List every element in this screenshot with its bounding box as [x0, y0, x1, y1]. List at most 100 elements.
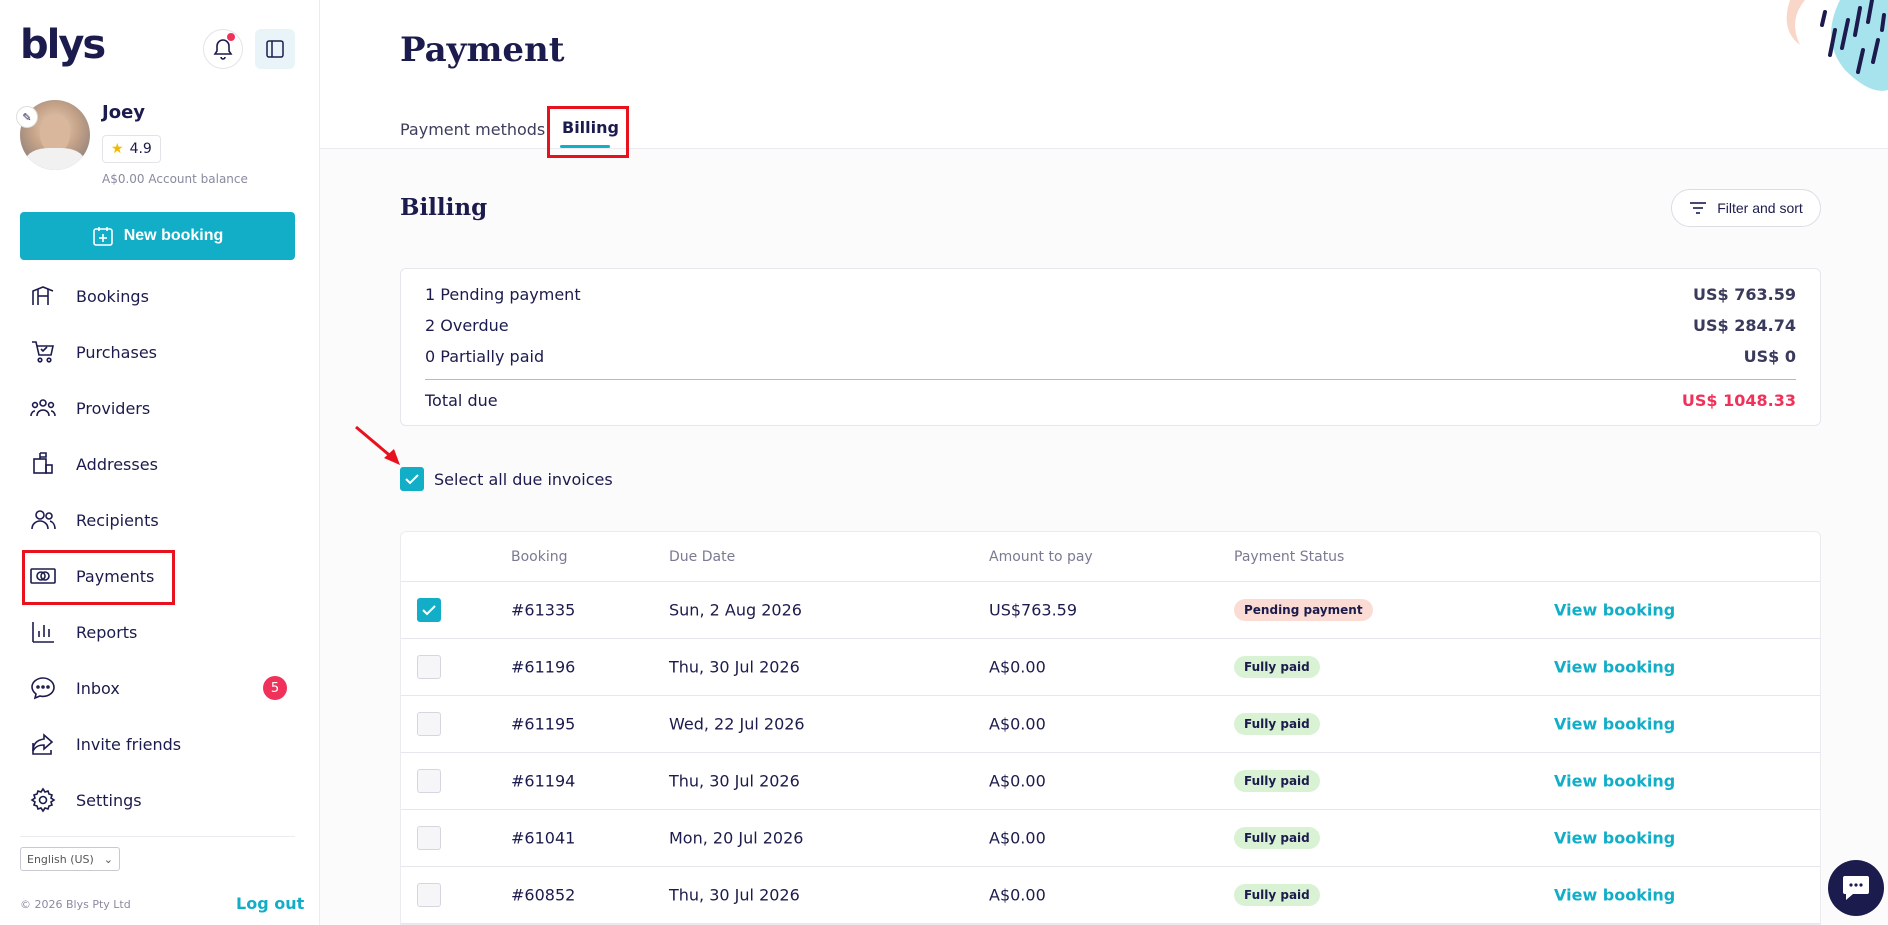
select-all-checkbox[interactable] — [400, 467, 424, 491]
main-content: Payment Payment methods Billing Billing … — [320, 0, 1888, 925]
tab-billing[interactable]: Billing — [562, 118, 619, 137]
decorative-pattern-icon — [1786, 0, 1888, 91]
table-row: #60852 Thu, 30 Jul 2026 A$0.00 Fully pai… — [401, 867, 1820, 924]
booking-id: #61194 — [511, 771, 576, 791]
status-badge: Fully paid — [1234, 656, 1320, 678]
sidebar-item-inbox[interactable]: Inbox 5 — [20, 660, 295, 716]
section-title: Billing — [400, 194, 488, 221]
tab-payment-methods[interactable]: Payment methods — [400, 120, 545, 139]
share-icon — [32, 733, 54, 755]
sidebar-item-payments[interactable]: Payments — [20, 548, 295, 604]
status-badge: Fully paid — [1234, 713, 1320, 735]
amount-to-pay: A$0.00 — [989, 657, 1046, 677]
amount-to-pay: A$0.00 — [989, 714, 1046, 734]
row-checkbox[interactable] — [417, 598, 441, 622]
amount-to-pay: A$0.00 — [989, 885, 1046, 905]
table-header: Booking Due Date Amount to pay Payment S… — [401, 532, 1820, 582]
total-value: US$ 1048.33 — [1681, 391, 1796, 410]
sidebar-item-addresses[interactable]: Addresses — [20, 436, 295, 492]
status-badge: Fully paid — [1234, 884, 1320, 906]
reports-icon — [32, 622, 54, 643]
summary-row: 2 Overdue US$ 284.74 — [425, 316, 1796, 335]
recipients-icon — [31, 510, 56, 530]
sidebar-item-purchases[interactable]: Purchases — [20, 324, 295, 380]
row-checkbox[interactable] — [417, 826, 441, 850]
copyright-text: © 2026 Blys Pty Ltd — [20, 898, 131, 911]
chevron-down-icon: ⌄ — [103, 852, 113, 866]
edit-avatar-button[interactable]: ✎ — [16, 106, 38, 128]
sidebar-item-invite-friends[interactable]: Invite friends — [20, 716, 295, 772]
due-date: Mon, 20 Jul 2026 — [669, 828, 804, 848]
inbox-icon — [31, 677, 55, 700]
chat-button[interactable] — [1828, 860, 1884, 916]
due-date: Sun, 2 Aug 2026 — [669, 600, 802, 620]
row-checkbox[interactable] — [417, 655, 441, 679]
status-badge: Pending payment — [1234, 599, 1373, 621]
view-booking-link[interactable]: View booking — [1554, 829, 1675, 848]
view-booking-link[interactable]: View booking — [1554, 658, 1675, 677]
due-date: Wed, 22 Jul 2026 — [669, 714, 805, 734]
filter-and-sort-button[interactable]: Filter and sort — [1671, 189, 1821, 227]
collapse-sidebar-button[interactable] — [255, 29, 295, 69]
row-checkbox[interactable] — [417, 883, 441, 907]
star-icon: ★ — [111, 141, 124, 157]
gear-icon — [30, 787, 56, 813]
new-booking-button[interactable]: New booking — [20, 212, 295, 260]
booking-id: #61196 — [511, 657, 576, 677]
status-badge: Fully paid — [1234, 770, 1320, 792]
summary-total-row: Total due US$ 1048.33 — [425, 391, 1796, 410]
sidebar: blys ✎ Joey ★ 4.9 A$0.00 Account balance — [0, 0, 320, 925]
sidebar-toggle-icon — [266, 40, 284, 58]
language-select[interactable]: English (US) ⌄ — [20, 847, 120, 871]
sidebar-divider — [20, 836, 295, 837]
sidebar-item-bookings[interactable]: Bookings — [20, 268, 295, 324]
table-row: #61195 Wed, 22 Jul 2026 A$0.00 Fully pai… — [401, 696, 1820, 753]
summary-value: US$ 284.74 — [1693, 316, 1796, 335]
column-header-booking: Booking — [511, 548, 568, 565]
sidebar-item-label: Addresses — [76, 454, 158, 474]
view-booking-link[interactable]: View booking — [1554, 772, 1675, 791]
booking-id: #61195 — [511, 714, 576, 734]
row-checkbox[interactable] — [417, 712, 441, 736]
checkmark-icon — [405, 474, 419, 485]
sidebar-item-label: Settings — [76, 790, 142, 810]
due-date: Thu, 30 Jul 2026 — [669, 885, 800, 905]
bell-icon — [213, 39, 233, 60]
sidebar-item-recipients[interactable]: Recipients — [20, 492, 295, 548]
page-title: Payment — [400, 30, 565, 70]
summary-row: 1 Pending payment US$ 763.59 — [425, 285, 1796, 304]
providers-icon — [30, 399, 56, 417]
account-balance: A$0.00 Account balance — [102, 172, 248, 186]
view-booking-link[interactable]: View booking — [1554, 715, 1675, 734]
filter-label: Filter and sort — [1717, 200, 1803, 216]
red-arrow-icon — [355, 425, 400, 465]
sidebar-item-label: Inbox — [76, 678, 120, 698]
billing-summary: 1 Pending payment US$ 763.59 2 Overdue U… — [400, 268, 1821, 426]
sidebar-item-label: Invite friends — [76, 734, 182, 754]
sidebar-item-providers[interactable]: Providers — [20, 380, 295, 436]
address-icon — [33, 452, 53, 474]
view-booking-link[interactable]: View booking — [1554, 886, 1675, 905]
table-row: #61194 Thu, 30 Jul 2026 A$0.00 Fully pai… — [401, 753, 1820, 810]
new-booking-label: New booking — [123, 227, 224, 244]
cart-icon — [32, 341, 54, 363]
notifications-button[interactable] — [203, 29, 243, 69]
payments-icon — [30, 568, 56, 584]
blys-logo[interactable]: blys — [20, 22, 106, 68]
sidebar-item-label: Payments — [76, 566, 155, 586]
select-all-due-invoices[interactable]: Select all due invoices — [400, 467, 613, 491]
summary-value: US$ 0 — [1743, 347, 1796, 366]
sidebar-item-reports[interactable]: Reports — [20, 604, 295, 660]
active-tab-indicator — [560, 145, 610, 148]
booking-icon — [32, 286, 54, 305]
column-header-due-date: Due Date — [669, 548, 736, 565]
sidebar-item-label: Bookings — [76, 286, 149, 306]
sidebar-item-settings[interactable]: Settings — [20, 772, 295, 828]
logout-link[interactable]: Log out — [236, 894, 304, 913]
table-row: #61196 Thu, 30 Jul 2026 A$0.00 Fully pai… — [401, 639, 1820, 696]
sidebar-item-label: Reports — [76, 622, 138, 642]
view-booking-link[interactable]: View booking — [1554, 601, 1675, 620]
language-value: English (US) — [27, 852, 94, 866]
user-name: Joey — [102, 102, 146, 123]
row-checkbox[interactable] — [417, 769, 441, 793]
